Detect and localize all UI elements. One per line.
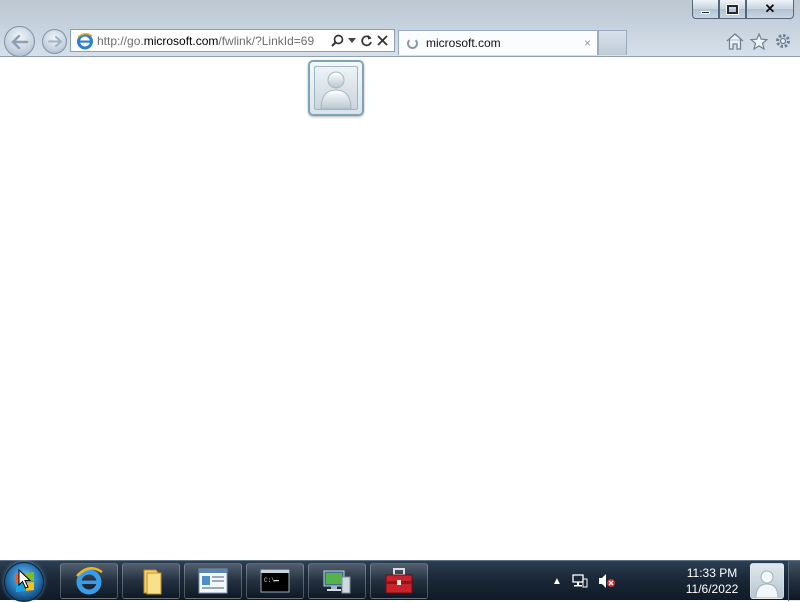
taskbar-document-viewer[interactable] [184,563,242,599]
taskbar-internet-explorer[interactable] [60,563,118,599]
system-clock[interactable]: 11:33 PM 11/6/2022 [672,565,752,597]
ie-page-icon [77,32,93,49]
favorites-star-icon[interactable] [750,32,768,50]
minimize-icon [701,10,710,14]
user-silhouette-icon [320,71,352,109]
user-picture [314,66,358,110]
user-silhouette-icon [755,570,779,598]
toolbox-icon [385,568,413,594]
command-icons [726,32,792,50]
volume-muted-icon[interactable] [598,573,616,589]
home-icon[interactable] [726,32,744,50]
tab-title: microsoft.com [426,36,501,50]
restore-icon [726,3,739,15]
gear-icon[interactable] [774,32,792,50]
back-arrow-icon [10,34,28,49]
taskbar-command-prompt[interactable]: C:\ [246,563,304,599]
browser-chrome: ✕ http://go.microsoft.com/fwlink/?LinkId… [0,0,800,57]
user-tile [308,60,364,116]
clock-date: 11/6/2022 [685,582,739,596]
chevron-down-icon[interactable] [348,37,356,44]
forward-button[interactable] [42,29,67,54]
loading-spinner-icon [407,37,418,49]
close-icon: ✕ [764,1,776,16]
show-desktop-button[interactable] [788,561,800,601]
taskbar-windows-explorer[interactable] [122,563,180,599]
folder-icon [143,569,162,595]
clock-time: 11:33 PM [686,566,738,580]
url-domain: microsoft.com [143,33,219,48]
address-actions [331,34,388,47]
command-prompt-icon: C:\ [260,569,290,593]
network-computer-icon [323,570,351,594]
minimize-button[interactable] [692,0,719,19]
network-icon[interactable] [572,573,588,589]
maximize-button[interactable] [719,0,746,19]
search-icon[interactable] [331,34,344,47]
document-window-icon [198,568,228,594]
show-hidden-icons-chevron[interactable]: ▲ [552,576,562,587]
tab-close-icon[interactable]: × [584,36,591,50]
refresh-icon[interactable] [360,34,373,47]
taskbar-remote-desktop[interactable] [308,563,366,599]
back-button[interactable] [4,26,35,57]
page-content [0,57,800,560]
url-suffix: /fwlink/?LinkId=69 [218,33,315,48]
taskbar-user-picture[interactable] [750,563,784,599]
stop-icon[interactable] [377,35,388,46]
chrome-highlight [0,0,800,24]
system-tray: ▲ [552,561,616,601]
new-tab-button[interactable] [598,30,627,55]
url-prefix: http://go. [97,33,144,48]
tab-microsoft[interactable]: microsoft.com × [398,30,598,55]
taskbar: C:\ ▲ 11:33 PM 11/6/2022 [0,560,800,602]
window-caption-buttons: ✕ [692,0,794,19]
mouse-cursor-icon [18,569,32,589]
address-bar[interactable]: http://go.microsoft.com/fwlink/?LinkId=6… [70,29,395,52]
taskbar-toolbox[interactable] [370,563,428,599]
close-button[interactable]: ✕ [746,0,794,19]
svg-text:C:\: C:\ [264,577,275,584]
forward-arrow-icon [47,36,62,47]
internet-explorer-icon [76,567,103,595]
address-url[interactable]: http://go.microsoft.com/fwlink/?LinkId=6… [97,34,327,48]
